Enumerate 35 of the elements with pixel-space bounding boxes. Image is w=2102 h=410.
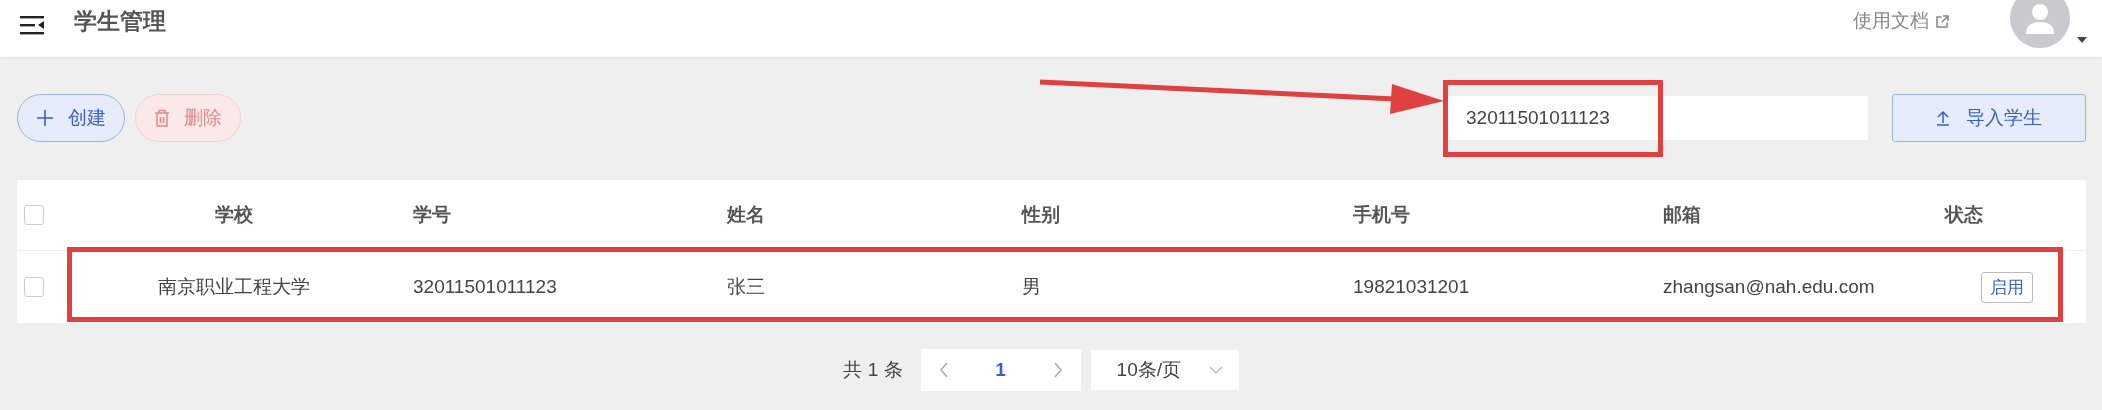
- previous-page-button[interactable]: [938, 362, 949, 378]
- checkbox[interactable]: [24, 277, 44, 297]
- chevron-down-icon: [1208, 366, 1223, 374]
- search-field[interactable]: 32011501011123: [1446, 96, 1868, 140]
- column-header: 学校: [215, 204, 253, 225]
- page-button[interactable]: 1: [989, 358, 1012, 382]
- plus-icon: [36, 109, 54, 127]
- docs-link[interactable]: 使用文档: [1853, 8, 1950, 34]
- next-page-button[interactable]: [1052, 362, 1063, 378]
- checkbox[interactable]: [24, 205, 44, 225]
- menu-icon: [20, 15, 44, 35]
- page-title: 学生管理: [74, 7, 166, 36]
- column-header: 邮箱: [1663, 204, 1701, 225]
- caret-icon: [2076, 36, 2088, 44]
- external-link-icon: [1935, 13, 1950, 29]
- table-cell: 32011501011123: [413, 276, 557, 297]
- table-cell: 张三: [727, 276, 765, 297]
- table-cell: 南京职业工程大学: [158, 276, 310, 297]
- column-header: 性别: [1022, 204, 1060, 225]
- trash-icon: [154, 109, 170, 127]
- total-count: 共 1 条: [843, 358, 903, 382]
- status-tag: 启用: [1981, 271, 2033, 303]
- column-header: 手机号: [1353, 204, 1410, 225]
- upload-icon: [1936, 110, 1950, 126]
- column-header: 姓名: [727, 204, 765, 225]
- page-size-select[interactable]: 10条/页: [1090, 350, 1239, 390]
- table-cell: 男: [1022, 276, 1041, 297]
- column-header: 状态: [1945, 204, 1983, 225]
- table-cell: 19821031201: [1353, 276, 1470, 297]
- chevron-left-icon: [938, 362, 949, 378]
- create-button[interactable]: 创建: [17, 94, 125, 142]
- column-header: 学号: [413, 204, 451, 225]
- import-button[interactable]: 导入学生: [1892, 94, 2086, 142]
- chevron-right-icon: [1052, 362, 1063, 378]
- table-cell: zhangsan@nah.edu.com: [1663, 276, 1875, 297]
